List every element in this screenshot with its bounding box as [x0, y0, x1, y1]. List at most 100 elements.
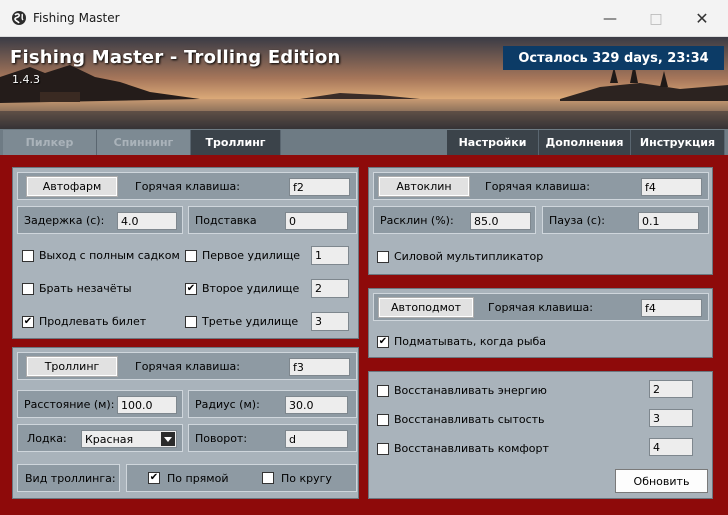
autoreel-button[interactable]: Автоподмот — [378, 297, 474, 318]
boat-select-value: Красная — [85, 432, 134, 446]
radius-row: Радиус (м): 30.0 — [188, 390, 357, 418]
update-button[interactable]: Обновить — [615, 469, 708, 493]
satiety-checkbox[interactable] — [377, 414, 389, 426]
globe-icon — [12, 11, 26, 25]
comfort-label: Восстанавливать комфорт — [394, 442, 549, 455]
turn-row: Поворот: d — [188, 424, 357, 452]
trolling-type-label-cell: Вид троллинга: — [17, 464, 120, 492]
tab-strip: Пилкер Спиннинг Троллинг Настройки Допол… — [0, 129, 728, 155]
license-countdown: Осталось 329 days, 23:34 — [503, 46, 724, 70]
ratio-row: Расклин (%): 85.0 — [373, 206, 536, 234]
trolling-panel: Троллинг Горячая клавиша: f3 Расстояние … — [12, 347, 359, 499]
reel-fish-label: Подматывать, когда рыба — [394, 335, 547, 348]
satiety-label: Восстанавливать сытость — [394, 413, 545, 426]
extend-ticket-label: Продлевать билет — [39, 315, 147, 328]
title-bar: Fishing Master — □ ✕ — [0, 0, 728, 37]
restore-panel: Восстанавливать энергию 2 Восстанавливат… — [368, 371, 713, 499]
rod1-label: Первое удилище — [202, 249, 301, 262]
reel-fish-checkbox[interactable]: ✔ — [377, 336, 389, 348]
straight-checkbox[interactable]: ✔ — [148, 472, 160, 484]
exit-full-checkbox[interactable] — [22, 250, 34, 262]
autofarm-panel: Автофарм Горячая клавиша: f2 Задержка (с… — [12, 167, 359, 339]
turn-input[interactable]: d — [285, 430, 348, 448]
checkmark-icon: ✔ — [186, 283, 196, 294]
tab-spinning[interactable]: Спиннинг — [97, 130, 191, 155]
stand-input[interactable]: 0 — [285, 212, 348, 230]
turn-label: Поворот: — [195, 431, 248, 445]
version-label: 1.4.3 — [12, 73, 40, 86]
stand-row: Подставка 0 — [188, 206, 357, 234]
radius-label: Радиус (м): — [195, 397, 260, 411]
rod1-checkbox[interactable] — [185, 250, 197, 262]
window-title: Fishing Master — [33, 11, 120, 25]
boat-label: Лодка: — [27, 431, 67, 445]
circle-checkbox[interactable] — [262, 472, 274, 484]
pause-label: Пауза (с): — [549, 213, 605, 227]
rod2-label: Второе удилище — [202, 282, 300, 295]
extend-ticket-checkbox[interactable]: ✔ — [22, 316, 34, 328]
autoclean-button[interactable]: Автоклин — [378, 176, 470, 197]
circle-label: По кругу — [281, 472, 332, 485]
autoclean-row: Автоклин Горячая клавиша: f4 — [373, 172, 709, 200]
rod3-input[interactable]: 3 — [311, 312, 349, 331]
autoclean-hotkey-input[interactable]: f4 — [641, 178, 702, 196]
comfort-checkbox[interactable] — [377, 443, 389, 455]
checkmark-icon: ✔ — [23, 316, 33, 327]
distance-input[interactable]: 100.0 — [117, 396, 177, 414]
maximize-button[interactable]: □ — [633, 0, 679, 37]
checkmark-icon: ✔ — [149, 472, 159, 483]
energy-checkbox[interactable] — [377, 385, 389, 397]
straight-label: По прямой — [167, 472, 229, 485]
rod3-label: Третье удилище — [202, 315, 299, 328]
take-miss-checkbox[interactable] — [22, 283, 34, 295]
boat-row: Лодка: Красная — [17, 424, 183, 452]
tab-trolling[interactable]: Троллинг — [191, 130, 281, 155]
maximize-icon: □ — [649, 10, 663, 27]
chevron-down-icon[interactable] — [161, 432, 175, 446]
distance-label: Расстояние (м): — [24, 397, 115, 411]
rod2-checkbox[interactable]: ✔ — [185, 283, 197, 295]
trolling-button[interactable]: Троллинг — [26, 356, 118, 377]
autoreel-hotkey-label: Горячая клавиша: — [488, 300, 593, 314]
comfort-input[interactable]: 4 — [649, 438, 693, 456]
multiplier-label: Силовой мультипликатор — [394, 250, 544, 263]
header-banner: Fishing Master - Trolling Edition 1.4.3 … — [0, 37, 728, 129]
ratio-input[interactable]: 85.0 — [470, 212, 531, 230]
multiplier-checkbox[interactable] — [377, 251, 389, 263]
autoreel-hotkey-input[interactable]: f4 — [641, 299, 702, 317]
boat-select[interactable]: Красная — [81, 430, 177, 448]
energy-input[interactable]: 2 — [649, 380, 693, 398]
autoreel-panel: Автоподмот Горячая клавиша: f4 ✔ Подматы… — [368, 288, 713, 358]
rod2-input[interactable]: 2 — [311, 279, 349, 298]
take-miss-label: Брать незачёты — [39, 282, 132, 295]
tab-addons[interactable]: Дополнения — [539, 130, 631, 155]
rod3-checkbox[interactable] — [185, 316, 197, 328]
tab-instructions[interactable]: Инструкция — [631, 130, 725, 155]
satiety-input[interactable]: 3 — [649, 409, 693, 427]
autofarm-hotkey-input[interactable]: f2 — [289, 178, 350, 196]
delay-label: Задержка (с): — [24, 213, 105, 227]
delay-input[interactable]: 4.0 — [117, 212, 177, 230]
ratio-label: Расклин (%): — [380, 213, 454, 227]
banner-title: Fishing Master - Trolling Edition — [10, 47, 341, 68]
exit-full-label: Выход с полным садком — [39, 249, 180, 262]
autoclean-hotkey-label: Горячая клавиша: — [485, 179, 590, 193]
tab-settings[interactable]: Настройки — [447, 130, 539, 155]
rod1-input[interactable]: 1 — [311, 246, 349, 265]
trolling-hotkey-input[interactable]: f3 — [289, 358, 350, 376]
trolling-type-options: ✔ По прямой По кругу — [126, 464, 357, 492]
radius-input[interactable]: 30.0 — [285, 396, 348, 414]
tab-pilker[interactable]: Пилкер — [3, 130, 97, 155]
autofarm-hotkey-label: Горячая клавиша: — [135, 179, 240, 193]
autofarm-row: Автофарм Горячая клавиша: f2 — [17, 172, 357, 200]
close-button[interactable]: ✕ — [679, 0, 725, 37]
energy-label: Восстанавливать энергию — [394, 384, 547, 397]
delay-row: Задержка (с): 4.0 — [17, 206, 183, 234]
minimize-button[interactable]: — — [587, 0, 633, 37]
autofarm-button[interactable]: Автофарм — [26, 176, 118, 197]
autoreel-row: Автоподмот Горячая клавиша: f4 — [373, 293, 709, 321]
autoclean-panel: Автоклин Горячая клавиша: f4 Расклин (%)… — [368, 167, 713, 275]
close-icon: ✕ — [695, 9, 709, 28]
minimize-icon: — — [603, 10, 617, 27]
pause-input[interactable]: 0.1 — [638, 212, 699, 230]
